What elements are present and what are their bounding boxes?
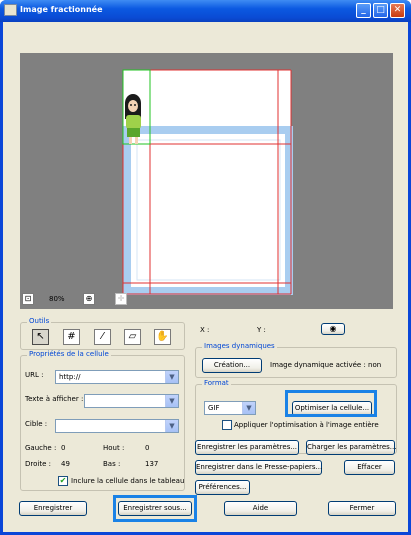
dialog-body: ⊡ 80% ⊕ ✛ Outils ↖ # ⁄ ▱ ✋ Propriétés de… [3,22,408,532]
bottom-value: 137 [145,460,159,468]
url-value: http:// [59,373,81,381]
target-combo[interactable]: ▼ [55,419,179,433]
include-label: Inclure la cellule dans le tableau [71,477,185,485]
apply-all-checkbox[interactable] [222,420,232,430]
optimize-highlight [285,390,377,417]
dynamic-images-group: Images dynamiques Création... Image dyna… [195,342,397,378]
load-params-button[interactable]: Charger les paramètres... [306,440,396,455]
tools-group: Outils ↖ # ⁄ ▱ ✋ [20,317,185,350]
eye-icon: ◉ [329,324,337,333]
top-label: Hout : [103,444,125,452]
right-value: 49 [61,460,70,468]
text-combo[interactable]: ▼ [84,394,179,408]
knife-icon[interactable]: ⁄ [94,329,111,345]
url-label: URL : [25,371,44,379]
apply-all-label: Appliquer l'optimisation à l'image entiè… [234,421,379,429]
close-button[interactable]: Fermer [328,501,396,516]
title-bar[interactable]: Image fractionnée _ □ ✕ [0,0,411,22]
fit-view-icon[interactable]: ⊡ [22,293,34,305]
pointer-icon[interactable]: ↖ [32,329,49,345]
y-coord-label: Y : [257,326,266,334]
text-label: Texte à afficher : [25,395,84,403]
slice-preview [122,69,293,295]
hand-icon[interactable]: ✋ [154,329,171,345]
x-coord-label: X : [200,326,210,334]
chevron-down-icon[interactable]: ▼ [165,395,178,407]
url-combo[interactable]: http:// ▼ [55,370,179,384]
dynamic-status: Image dynamique activée : non [270,361,382,369]
format-value: GIF [208,404,220,412]
image-slicer-window: Image fractionnée _ □ ✕ ⊡ 80% ⊕ ✛ Outils… [0,0,411,535]
app-icon [4,4,17,16]
preview-canvas[interactable] [20,53,393,309]
eraser-icon[interactable]: ▱ [124,329,141,345]
format-combo[interactable]: GIF ▼ [204,401,256,415]
tools-label: Outils [27,317,52,325]
chevron-down-icon[interactable]: ▼ [165,420,178,432]
left-label: Gauche : [25,444,57,452]
preview-eye-button[interactable]: ◉ [321,323,345,335]
save-params-button[interactable]: Enregistrer les paramètres... [195,440,299,455]
top-value: 0 [145,444,150,452]
save-button[interactable]: Enregistrer [19,501,87,516]
dynamic-images-label: Images dynamiques [202,342,277,350]
maximize-button[interactable]: □ [373,3,388,18]
save-as-highlight [113,495,197,522]
format-label: Format [202,379,231,387]
bottom-label: Bas : [103,460,121,468]
window-title: Image fractionnée [20,5,103,14]
help-button[interactable]: Aide [224,501,297,516]
minimize-button[interactable]: _ [356,3,371,18]
zoom-level: 80% [49,295,65,303]
close-window-button[interactable]: ✕ [390,3,405,18]
preferences-button[interactable]: Préférences... [195,480,250,495]
chevron-down-icon[interactable]: ▼ [165,371,178,383]
clear-button[interactable]: Effacer [344,460,395,475]
cell-properties-label: Propriétés de la cellule [27,350,111,358]
move-icon: ✛ [115,293,127,305]
include-checkbox[interactable]: ✔ [58,476,68,486]
zoom-in-icon[interactable]: ⊕ [83,293,95,305]
left-value: 0 [61,444,66,452]
cell-properties-group: Propriétés de la cellule URL : http:// ▼… [20,350,185,491]
grid-icon[interactable]: # [63,329,80,345]
chevron-down-icon[interactable]: ▼ [242,402,255,414]
target-label: Cible : [25,420,48,428]
save-clipboard-button[interactable]: Enregistrer dans le Presse-papiers... [195,460,322,475]
create-dynamic-button[interactable]: Création... [202,358,262,373]
girl-figure [125,94,141,144]
right-label: Droite : [25,460,51,468]
